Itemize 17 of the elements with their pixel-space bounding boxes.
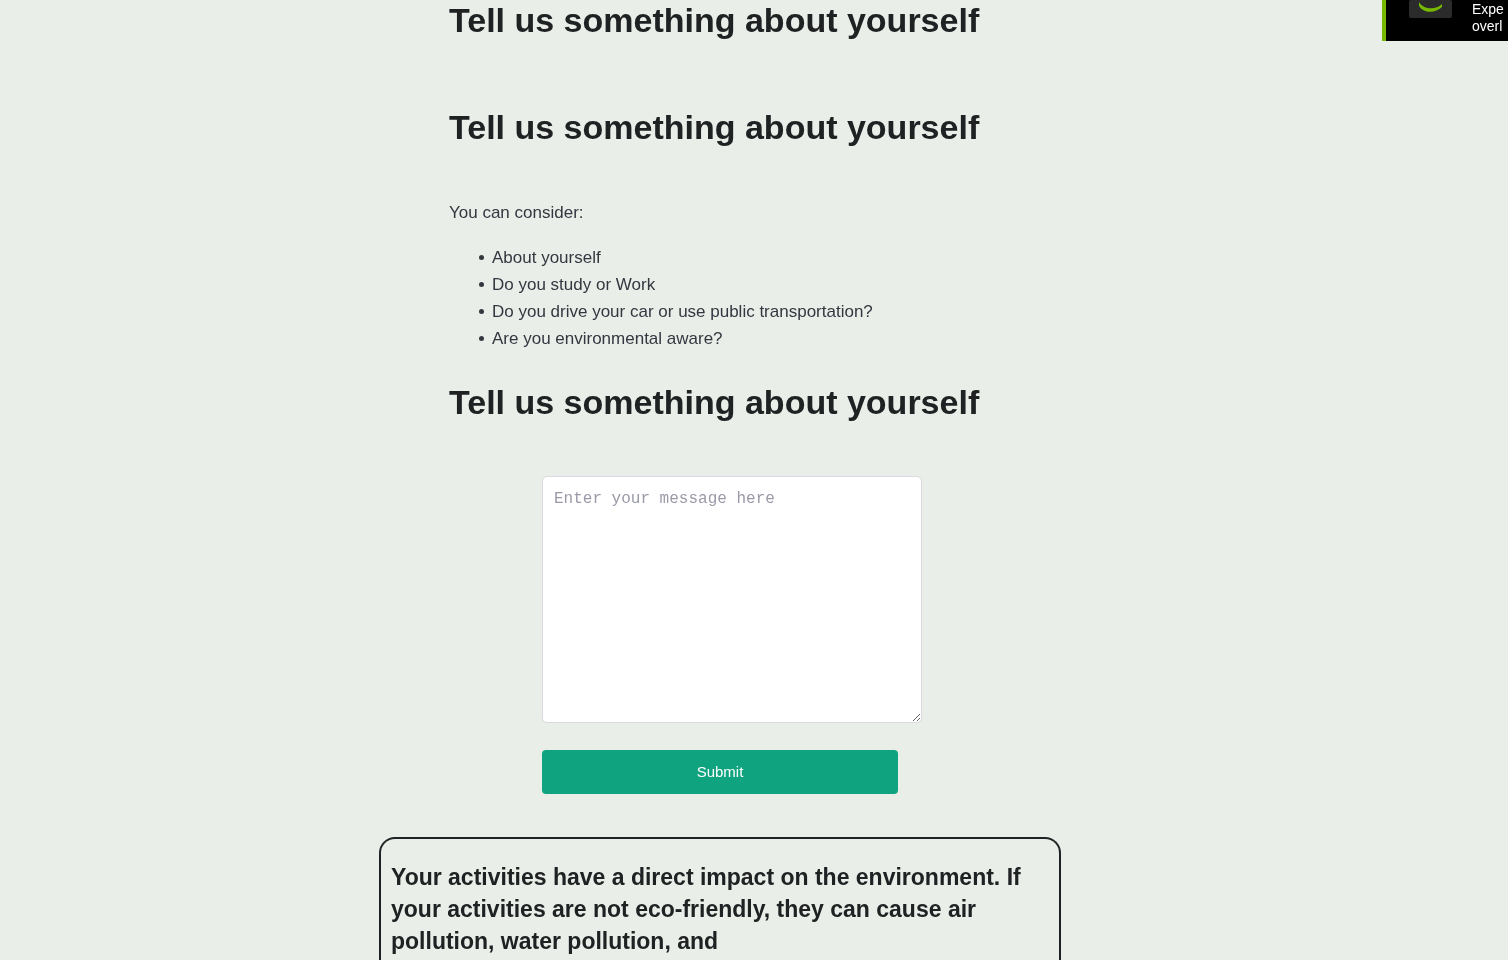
impact-message: Your activities have a direct impact on the environment. If your activities are not eco-friendly, they can cause air pollution, water pollution, and bbox=[391, 863, 1022, 956]
intro-text: You can consider: bbox=[449, 202, 585, 224]
section-heading: Tell us something about yourself bbox=[449, 0, 981, 40]
overlay-text: Expe bbox=[1472, 1, 1504, 18]
submit-button[interactable]: Submit bbox=[542, 750, 898, 794]
list-item-text: Do you study or Work bbox=[492, 273, 656, 296]
list-item-text: Do you drive your car or use public transportation? bbox=[492, 300, 873, 323]
message-field[interactable]: Enter your message here bbox=[542, 476, 922, 723]
bullet-icon bbox=[479, 255, 484, 260]
section-heading: Tell us something about yourself bbox=[449, 107, 981, 147]
list-item-text: Are you environmental aware? bbox=[492, 327, 723, 350]
bullet-icon bbox=[479, 282, 484, 287]
bullet-icon bbox=[479, 336, 484, 341]
bullet-icon bbox=[479, 309, 484, 314]
overlay-text: overl bbox=[1472, 18, 1504, 35]
section-heading: Tell us something about yourself bbox=[449, 382, 981, 422]
list-item-text: About yourself bbox=[492, 246, 601, 269]
